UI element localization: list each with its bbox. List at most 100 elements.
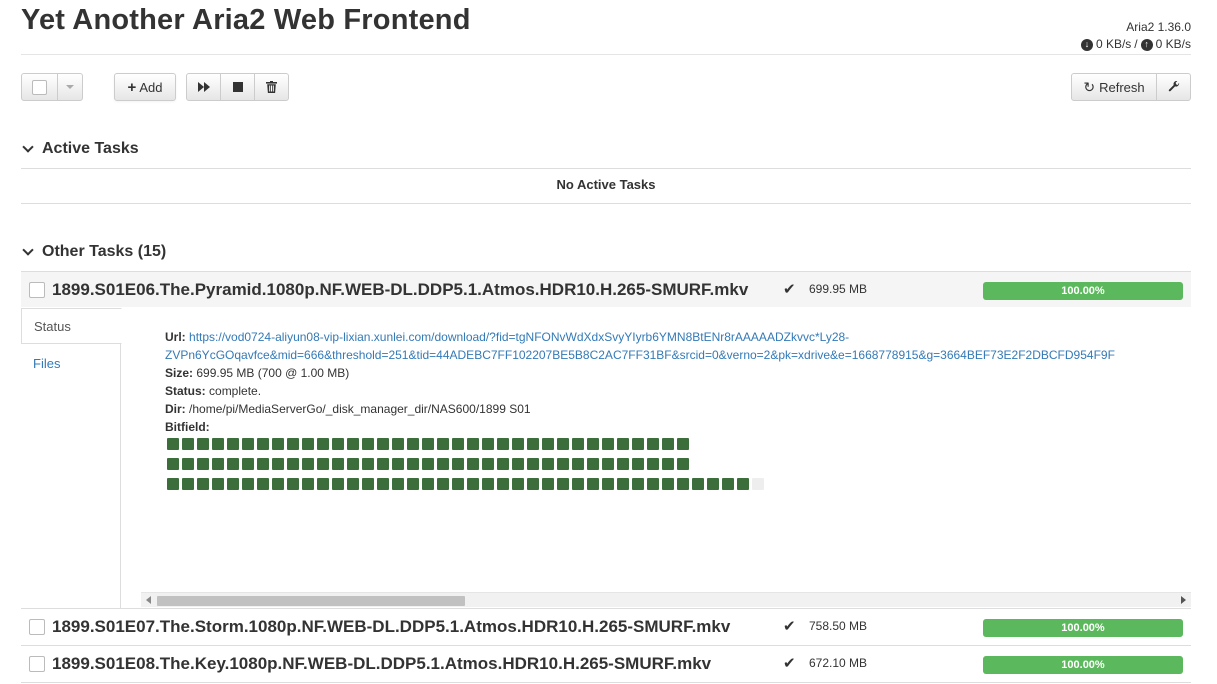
refresh-button[interactable]: ↻ Refresh [1071,73,1157,101]
task-checkbox[interactable] [29,656,45,672]
bitfield-piece [512,438,524,450]
wrench-icon [1168,81,1179,92]
bitfield-piece [302,478,314,490]
bitfield-piece [272,458,284,470]
chevron-down-icon [22,244,34,256]
stop-button[interactable] [220,73,255,101]
bitfield-piece [212,478,224,490]
dir-value: /home/pi/MediaServerGo/_disk_manager_dir… [189,402,531,416]
delete-button[interactable] [254,73,289,101]
bitfield-piece [332,438,344,450]
select-all-button[interactable] [21,73,58,101]
dir-item: Dir: /home/pi/MediaServerGo/_disk_manage… [165,400,1195,418]
task-row[interactable]: 1899.S01E06.The.Pyramid.1080p.NF.WEB-DL.… [21,271,1191,307]
scrollbar-thumb[interactable] [157,596,465,606]
resume-button[interactable] [186,73,221,101]
bitfield-piece [377,458,389,470]
bitfield-piece [212,438,224,450]
progress-fill: 100.00% [983,619,1183,637]
bitfield-piece [182,458,194,470]
task-size: 672.10 MB [809,656,868,670]
bitfield-piece [287,458,299,470]
task-name[interactable]: 1899.S01E07.The.Storm.1080p.NF.WEB-DL.DD… [52,617,766,637]
add-button[interactable]: + Add [114,73,176,101]
bitfield-piece [662,478,674,490]
bitfield-piece [527,438,539,450]
select-dropdown-button[interactable] [57,73,83,101]
select-group [21,73,83,101]
bitfield-piece [557,438,569,450]
bitfield-piece [182,478,194,490]
bitfield-piece [647,458,659,470]
bitfield-piece [677,438,689,450]
bitfield-piece [602,438,614,450]
bitfield-piece [557,458,569,470]
detail-tabs: Status Files [21,308,122,608]
bitfield-piece [332,458,344,470]
bitfield-piece [197,438,209,450]
upload-speed: 0 KB/s [1155,37,1191,51]
bitfield-piece [542,478,554,490]
settings-button[interactable] [1156,73,1191,101]
bitfield-piece [572,458,584,470]
bitfield-piece [167,438,179,450]
url-link-line1[interactable]: https://vod0724-aliyun08-vip-lixian.xunl… [189,330,849,344]
bitfield-piece [467,438,479,450]
speed-separator: / [1134,37,1138,51]
bitfield-piece [377,478,389,490]
bitfield-piece [542,438,554,450]
task-size: 699.95 MB [809,282,868,296]
tab-files[interactable]: Files [21,346,120,382]
bitfield-piece [482,438,494,450]
bitfield-piece [677,458,689,470]
bitfield-piece [497,478,509,490]
bitfield-piece [167,458,179,470]
task-name[interactable]: 1899.S01E06.The.Pyramid.1080p.NF.WEB-DL.… [52,280,766,300]
bitfield-piece [167,478,179,490]
task-checkbox[interactable] [29,619,45,635]
bitfield-piece [497,458,509,470]
bitfield-piece [407,478,419,490]
task-name[interactable]: 1899.S01E08.The.Key.1080p.NF.WEB-DL.DDP5… [52,654,766,674]
bitfield-grid [167,438,1197,494]
task-size: 758.50 MB [809,619,868,633]
bitfield-piece [317,458,329,470]
divider [21,168,1191,169]
bitfield-piece [407,438,419,450]
active-tasks-header[interactable]: Active Tasks [21,140,139,158]
bitfield-piece [257,458,269,470]
version-info: Aria2 1.36.0 ↓ 0 KB/s / ↑ 0 KB/s [1080,19,1191,53]
bitfield-piece [302,438,314,450]
bitfield-piece [557,478,569,490]
scroll-left-icon[interactable] [146,596,151,604]
bitfield-piece [632,458,644,470]
select-all-checkbox[interactable] [32,79,47,95]
speed-indicator: ↓ 0 KB/s / ↑ 0 KB/s [1080,36,1191,53]
dropdown-caret-icon [66,85,74,89]
bitfield-piece [392,458,404,470]
bitfield-piece [287,478,299,490]
bitfield-piece [257,478,269,490]
bitfield-piece [302,458,314,470]
bitfield-piece [422,438,434,450]
bitfield-piece [737,478,749,490]
task-row[interactable]: 1899.S01E08.The.Key.1080p.NF.WEB-DL.DDP5… [21,645,1191,681]
url-link-line2[interactable]: ZVPn6YcGOqavfce&mid=666&threshold=251&ti… [165,348,1115,362]
bitfield-piece [662,458,674,470]
bitfield-piece [332,478,344,490]
resume-icon [197,82,210,92]
bitfield-piece [572,438,584,450]
task-checkbox[interactable] [29,282,45,298]
refresh-icon: ↻ [1083,78,1096,95]
divider [21,203,1191,204]
status-value: complete. [209,384,262,398]
scroll-right-icon[interactable] [1181,596,1186,604]
tab-status[interactable]: Status [21,308,122,344]
task-row[interactable]: 1899.S01E07.The.Storm.1080p.NF.WEB-DL.DD… [21,608,1191,644]
bitfield-piece [242,478,254,490]
url-label: Url: [165,330,186,344]
horizontal-scrollbar[interactable] [141,592,1191,607]
other-tasks-header[interactable]: Other Tasks (15) [21,243,166,261]
bitfield-piece [527,478,539,490]
bitfield-piece [617,478,629,490]
